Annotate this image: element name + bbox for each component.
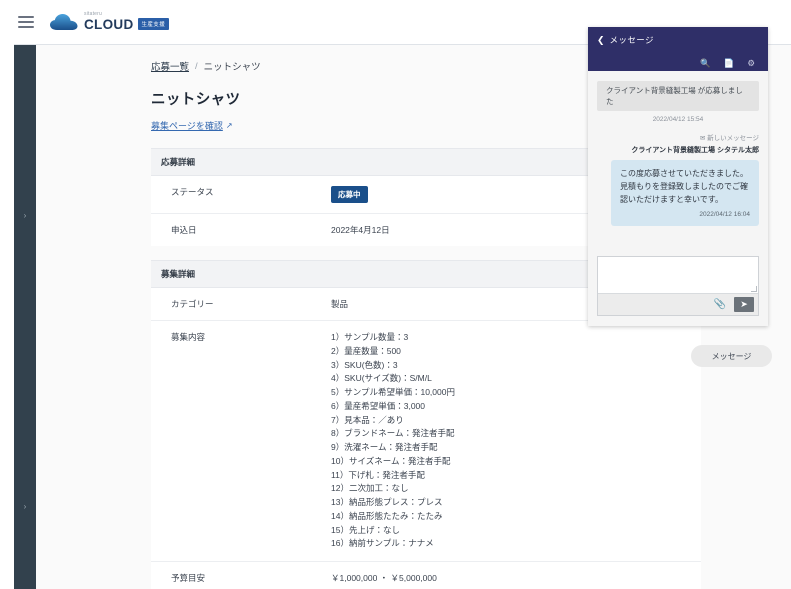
message-panel-actions: 🔍 📄 ⚙ — [597, 58, 759, 68]
cloud-icon — [50, 13, 80, 31]
send-button[interactable]: ➤ — [734, 297, 754, 312]
recruit-content-item: 14）納品形態たたみ：たたみ — [331, 510, 443, 521]
search-icon[interactable]: 🔍 — [700, 58, 711, 68]
row-value: 1）サンプル数量：3 2）量産数量：500 3）SKU(色数)：3 4）SKU(サイズ… — [331, 321, 701, 561]
gear-icon[interactable]: ⚙ — [747, 58, 755, 68]
recruit-content-item: 10）サイズネーム：発注者手配 — [331, 455, 451, 466]
resize-handle-icon[interactable] — [751, 286, 757, 292]
message-line: この度応募させていただきました。 — [620, 169, 748, 178]
status-badge: 応募中 — [331, 186, 368, 203]
external-link-icon: ↗ — [225, 121, 233, 130]
recruit-content-item: 7）見本品：／あり — [331, 414, 404, 425]
row-label: 予算目安 — [171, 573, 206, 584]
chevron-left-icon[interactable]: ❮ — [597, 35, 605, 46]
recruit-content-item: 12）二次加工：なし — [331, 483, 409, 494]
brand-badge: 生産支援 — [137, 17, 170, 30]
table-recruit-detail: カテゴリー 製品 募集内容 1）サンプル数量：3 2）量産数量：500 3）SKU(… — [151, 288, 701, 589]
message-panel-title: メッセージ — [609, 35, 654, 45]
breadcrumb-current: ニットシャツ — [203, 62, 261, 73]
recruit-content-item: 5）サンプル希望単価：10,000円 — [331, 387, 455, 398]
table-row: 予算目安 ￥1,000,000 ・ ￥5,000,000 — [151, 562, 701, 589]
message-sender: クライアント背景縫製工場 シタテル太郎 — [631, 147, 759, 154]
message-list: クライアント背景縫製工場 が応募しました 2022/04/12 15:54 ✉ … — [588, 71, 768, 248]
recruit-content-item: 13）納品形態プレス：プレス — [331, 497, 443, 508]
recruit-content-item: 6）量産希望単価：3,000 — [331, 400, 425, 411]
message-line: 見積もりを登録致しましたのでご確認いただけますと幸いです。 — [620, 181, 748, 204]
message-bubble-text: この度応募させていただきました。見積もりを登録致しましたのでご確認いただけますと… — [620, 168, 750, 206]
brand-logo[interactable]: sitateru CLOUD 生産支援 — [50, 12, 170, 33]
breadcrumb-parent[interactable]: 応募一覧 — [151, 59, 189, 73]
recruit-content-item: 1）サンプル数量：3 — [331, 332, 409, 342]
message-fab-label: メッセージ — [711, 351, 752, 361]
compose-box: 📎 ➤ — [597, 256, 759, 316]
message-bubble-time: 2022/04/12 16:04 — [699, 211, 750, 219]
row-label: 募集内容 — [171, 332, 206, 342]
recruit-content-item: 2）量産数量：500 — [331, 345, 401, 356]
table-row: 募集内容 1）サンプル数量：3 2）量産数量：500 3）SKU(色数)：3 4）SK… — [151, 321, 701, 563]
message-panel: ❮ メッセージ 🔍 📄 ⚙ クライアント背景縫製工場 が応募しました 2022/… — [588, 27, 768, 326]
row-label: ステータス — [171, 187, 214, 197]
message-panel-title-row: ❮ メッセージ — [597, 34, 759, 46]
recruit-content-item: 9）洗濯ネーム：発注者手配 — [331, 442, 438, 453]
message-bubble: この度応募させていただきました。見積もりを登録致しましたのでご確認いただけますと… — [611, 160, 759, 226]
rail-expand-arrow-top[interactable]: › — [21, 211, 29, 221]
recruit-page-link-label: 募集ページを確認 — [151, 121, 223, 131]
recruit-content-item: 16）納前サンプル：ナナメ — [331, 538, 434, 549]
system-message-time: 2022/04/12 15:54 — [652, 116, 704, 123]
row-label: カテゴリー — [171, 299, 214, 309]
message-panel-header: ❮ メッセージ 🔍 📄 ⚙ — [588, 27, 768, 71]
new-message-divider: ✉ 新しいメッセージ — [699, 135, 759, 142]
document-icon[interactable]: 📄 — [724, 58, 735, 68]
app-root: sitateru CLOUD 生産支援 › › 応募一覧 / ニットシャツ ニッ… — [0, 0, 791, 589]
system-message-pill: クライアント背景縫製工場 が応募しました — [597, 81, 759, 111]
recruit-content-item: 3）SKU(色数)：3 — [331, 359, 398, 370]
recruit-content-item: 4）SKU(サイズ数)：S/M/L — [331, 373, 432, 384]
message-input[interactable] — [598, 257, 758, 293]
paperclip-icon[interactable]: 📎 — [714, 299, 726, 310]
recruit-content-item: 11）下げ札：発注者手配 — [331, 469, 425, 480]
compose-toolbar: 📎 ➤ — [598, 293, 758, 315]
breadcrumb-separator: / — [195, 60, 198, 72]
brand-name: CLOUD — [84, 17, 134, 33]
row-value: ￥1,000,000 ・ ￥5,000,000 — [331, 573, 437, 584]
hamburger-icon[interactable] — [18, 16, 34, 28]
message-fab-button[interactable]: メッセージ — [691, 345, 772, 367]
recruit-content-item: 15）先上げ：なし — [331, 524, 400, 535]
recruit-content-list: 1）サンプル数量：3 2）量産数量：500 3）SKU(色数)：3 4）SKU(サイズ… — [331, 331, 691, 551]
row-label: 申込日 — [171, 225, 197, 235]
recruit-content-item: 8）ブランドネーム：発注者手配 — [331, 428, 455, 439]
recruit-page-link[interactable]: 募集ページを確認 ↗ — [151, 119, 233, 132]
rail-expand-arrow-bottom[interactable]: › — [21, 502, 29, 512]
left-rail: › › — [14, 45, 36, 589]
message-compose: 📎 ➤ — [588, 248, 768, 326]
